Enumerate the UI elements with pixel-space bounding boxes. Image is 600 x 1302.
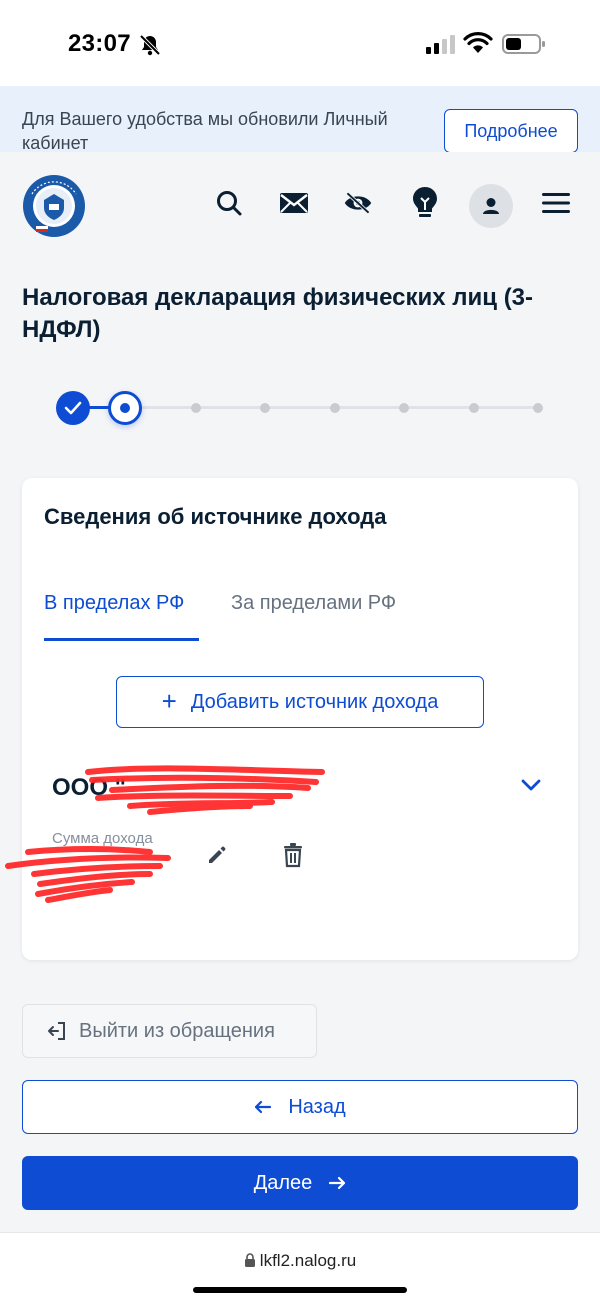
step-2-current — [108, 391, 142, 425]
card-title: Сведения об источнике дохода — [44, 504, 387, 529]
add-income-source-label: Добавить источник дохода — [190, 690, 439, 713]
progress-stepper — [56, 390, 556, 426]
tab-outside-rf[interactable]: За пределами РФ — [231, 592, 396, 615]
status-bar: 23:07 — [0, 0, 600, 86]
back-button[interactable]: Назад — [22, 1080, 578, 1134]
step-4 — [260, 403, 270, 413]
wifi-icon — [463, 32, 493, 53]
battery-icon — [502, 34, 545, 54]
signal-icon — [426, 35, 455, 54]
accessibility-eye-icon[interactable] — [343, 188, 373, 218]
chevron-down-icon[interactable] — [520, 778, 542, 792]
arrow-left-icon — [255, 1100, 272, 1114]
next-label: Далее — [253, 1171, 313, 1194]
lightbulb-icon[interactable] — [410, 187, 440, 218]
exit-application-button[interactable]: Выйти из обращения — [22, 1004, 317, 1058]
arrow-right-icon — [329, 1176, 346, 1190]
exit-application-label: Выйти из обращения — [79, 1019, 275, 1042]
profile-icon — [483, 198, 499, 214]
exit-icon — [48, 1022, 65, 1040]
step-8 — [533, 403, 543, 413]
income-source-name: ООО " — [52, 774, 127, 801]
browser-url-bar[interactable]: lkfl2.nalog.ru — [0, 1232, 600, 1302]
step-3 — [191, 403, 201, 413]
home-indicator[interactable] — [193, 1287, 407, 1293]
income-source-card: Сведения об источнике дохода В пределах … — [22, 478, 578, 960]
bell-off-icon — [139, 34, 161, 56]
lock-icon — [244, 1253, 255, 1267]
status-time: 23:07 — [68, 30, 131, 57]
tab-within-rf[interactable]: В пределах РФ — [44, 592, 184, 615]
edit-icon[interactable] — [206, 844, 228, 866]
banner-text: Для Вашего удобства мы обновили Личный к… — [22, 109, 388, 153]
url-text: lkfl2.nalog.ru — [259, 1251, 357, 1270]
step-1-completed — [56, 391, 90, 425]
site-header — [0, 152, 600, 260]
page-title: Налоговая декларация физических лиц (3-Н… — [22, 284, 534, 343]
profile-button[interactable] — [469, 184, 513, 228]
step-5 — [330, 403, 340, 413]
more-info-button[interactable]: Подробнее — [444, 109, 578, 153]
add-income-source-button[interactable]: + Добавить источник дохода — [116, 676, 484, 728]
active-tab-indicator — [44, 638, 199, 641]
mail-icon[interactable] — [279, 188, 309, 218]
update-banner: Для Вашего удобства мы обновили Личный к… — [0, 86, 600, 153]
next-button[interactable]: Далее — [22, 1156, 578, 1210]
income-sum-label: Сумма дохода — [52, 830, 153, 847]
trash-icon[interactable] — [282, 842, 304, 868]
step-6 — [399, 403, 409, 413]
plus-icon: + — [161, 685, 177, 716]
menu-icon[interactable] — [541, 188, 571, 218]
url-display: lkfl2.nalog.ru — [0, 1251, 600, 1271]
back-label: Назад — [288, 1095, 346, 1118]
step-7 — [469, 403, 479, 413]
fns-logo[interactable] — [22, 174, 86, 238]
check-icon — [64, 401, 82, 415]
search-icon[interactable] — [214, 188, 244, 218]
